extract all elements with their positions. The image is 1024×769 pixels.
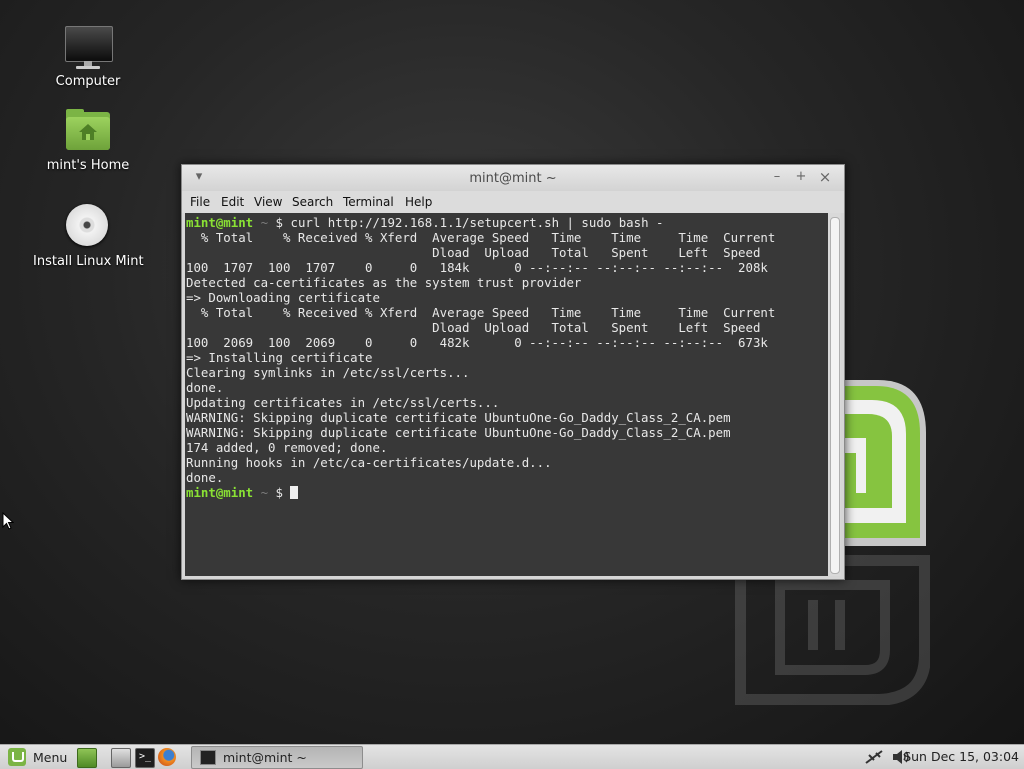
output-line: WARNING: Skipping duplicate certificate … — [186, 425, 731, 440]
command-text: curl http://192.168.1.1/setupcert.sh | s… — [290, 215, 664, 230]
output-line: => Installing certificate — [186, 350, 373, 365]
prompt-symbol: $ — [275, 215, 284, 230]
output-line: % Total % Received % Xferd Average Speed… — [200, 305, 776, 320]
output-line: WARNING: Skipping duplicate certificate … — [186, 410, 731, 425]
desktop-icon-label: Install Linux Mint — [33, 254, 144, 269]
output-line: Detected ca-certificates as the system t… — [186, 275, 582, 290]
title-bar[interactable]: ▾ mint@mint ~ – + × — [182, 165, 844, 191]
taskbar-window-terminal[interactable]: mint@mint ~ — [191, 746, 363, 769]
prompt-user: mint@mint — [186, 485, 254, 500]
mint-logo-icon — [838, 380, 926, 546]
task-label: mint@mint ~ — [223, 750, 307, 765]
output-line: Running hooks in /etc/ca-certificates/up… — [186, 455, 552, 470]
prompt-symbol: $ — [275, 485, 284, 500]
output-line: done. — [186, 470, 224, 485]
prompt-path: ~ — [260, 485, 269, 500]
show-desktop-icon[interactable] — [77, 748, 97, 768]
desktop-icon-home[interactable]: mint's Home — [33, 108, 143, 173]
prompt-user: mint@mint — [186, 215, 254, 230]
menu-file[interactable]: File — [190, 195, 210, 209]
desktop-icon-label: mint's Home — [46, 158, 130, 173]
menu-edit[interactable]: Edit — [221, 195, 244, 209]
output-line: Updating certificates in /etc/ssl/certs.… — [186, 395, 500, 410]
menu-label: Menu — [33, 750, 68, 765]
firefox-icon[interactable] — [158, 748, 176, 766]
minimize-button[interactable]: – — [769, 169, 785, 185]
output-line: 174 added, 0 removed; done. — [186, 440, 388, 455]
terminal-output-area[interactable]: mint@mint ~ $ curl http://192.168.1.1/se… — [185, 213, 828, 576]
prompt-path: ~ — [260, 215, 269, 230]
menu-help[interactable]: Help — [405, 195, 432, 209]
output-line: done. — [186, 380, 224, 395]
taskbar: Menu >_ mint@mint ~ Sun Dec 15, 03:04 — [0, 744, 1024, 769]
close-button[interactable]: × — [817, 169, 833, 185]
scrollbar-thumb[interactable] — [830, 217, 840, 574]
window-title: mint@mint ~ — [469, 171, 557, 186]
vertical-scrollbar[interactable] — [828, 213, 841, 576]
desktop-icon-label: Computer — [55, 74, 121, 89]
home-folder-icon — [64, 108, 112, 154]
menu-terminal[interactable]: Terminal — [343, 195, 394, 209]
mint-menu-icon — [8, 748, 26, 766]
desktop-icon-computer[interactable]: Computer — [33, 24, 143, 89]
text-cursor — [290, 486, 299, 499]
menu-bar: File Edit View Search Terminal Help — [182, 191, 844, 213]
terminal-icon — [200, 750, 216, 765]
output-line: => Downloading certificate — [186, 290, 380, 305]
output-line: 100 2069 100 2069 0 0 482k 0 --:--:-- --… — [186, 335, 768, 350]
output-line: 100 1707 100 1707 0 0 184k 0 --:--:-- --… — [186, 260, 768, 275]
cd-disc-icon — [64, 204, 112, 250]
menu-view[interactable]: View — [254, 195, 282, 209]
clock[interactable]: Sun Dec 15, 03:04 — [903, 749, 1019, 764]
command-output: % Total % Received % Xferd Average Speed… — [186, 230, 775, 485]
output-line: Dload Upload Total Spent Left Speed — [432, 245, 761, 260]
computer-icon — [64, 24, 113, 70]
desktop-icon-install[interactable]: Install Linux Mint — [33, 204, 144, 269]
terminal-launcher-icon[interactable]: >_ — [135, 748, 155, 768]
mouse-pointer-icon — [2, 512, 14, 530]
output-line: % Total % Received % Xferd Average Speed… — [200, 230, 776, 245]
menu-search[interactable]: Search — [292, 195, 333, 209]
output-line: Dload Upload Total Spent Left Speed — [432, 320, 761, 335]
file-manager-icon[interactable] — [111, 748, 131, 768]
output-line: Clearing symlinks in /etc/ssl/certs... — [186, 365, 470, 380]
maximize-button[interactable]: + — [793, 169, 809, 185]
network-icon[interactable] — [864, 749, 884, 765]
terminal-window[interactable]: ▾ mint@mint ~ – + × File Edit View Searc… — [181, 164, 845, 580]
